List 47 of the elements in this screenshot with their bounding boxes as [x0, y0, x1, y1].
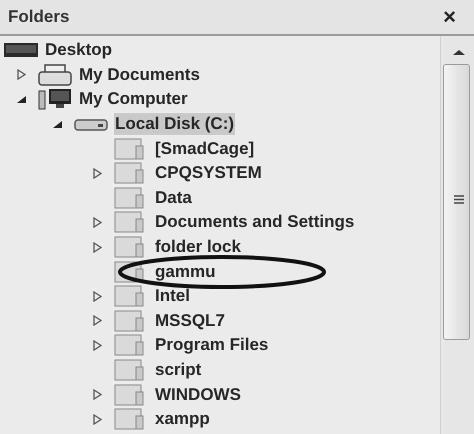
expand-arrow-icon[interactable] [92, 290, 102, 302]
tree-item[interactable]: Documents and Settings [154, 211, 356, 234]
folder-icon [114, 334, 144, 356]
expand-arrow-icon[interactable] [92, 340, 102, 351]
tree-item[interactable]: script [154, 359, 202, 382]
folder-icon [114, 162, 144, 184]
tree-item[interactable]: WINDOWS [154, 384, 242, 406]
tree-item[interactable]: xampp [154, 408, 211, 430]
scrollbar-thumb[interactable] [443, 64, 470, 340]
expanded-arrow-icon[interactable] [52, 120, 62, 128]
close-button[interactable]: × [443, 6, 456, 28]
folder-icon [114, 236, 144, 258]
expand-arrow-icon[interactable] [92, 242, 102, 253]
folder-icon [114, 138, 144, 160]
desktop-icon [4, 42, 38, 58]
tree-item[interactable]: Program Files [154, 334, 270, 356]
tree-item[interactable]: Intel [154, 285, 191, 308]
scroll-up-icon[interactable] [453, 49, 465, 55]
expand-arrow-icon[interactable] [92, 168, 102, 179]
folder-icon [114, 359, 144, 382]
tree-item[interactable]: Local Disk (C:) [114, 113, 236, 136]
folder-icon [114, 384, 144, 406]
computer-icon [38, 88, 74, 110]
folder-icon [114, 186, 144, 209]
tree-item[interactable]: gammu [154, 260, 216, 283]
expand-arrow-icon[interactable] [92, 216, 102, 228]
folder-icon [114, 211, 144, 234]
tree-item[interactable]: CPQSYSTEM [154, 162, 263, 184]
printer-icon [38, 64, 72, 86]
pane-title: Folders [8, 6, 70, 28]
grip-icon [454, 195, 464, 204]
folder-icon [114, 285, 144, 308]
expanded-arrow-icon[interactable] [16, 96, 26, 103]
folder-icon [114, 310, 144, 332]
expand-arrow-icon[interactable] [92, 315, 102, 326]
tree-item[interactable]: My Computer [78, 88, 189, 110]
tree-item[interactable]: My Documents [78, 64, 201, 86]
expand-arrow-icon[interactable] [92, 414, 102, 425]
drive-icon [74, 117, 108, 132]
folder-icon [114, 408, 144, 430]
tree-item[interactable]: [SmadCage] [154, 138, 256, 160]
tree-item[interactable]: Desktop [44, 39, 114, 62]
tree-item[interactable]: MSSQL7 [154, 310, 226, 332]
expand-arrow-icon[interactable] [92, 389, 102, 400]
tree-item[interactable]: Data [154, 186, 193, 209]
expand-arrow-icon[interactable] [16, 69, 26, 80]
tree-item[interactable]: folder lock [154, 236, 242, 258]
